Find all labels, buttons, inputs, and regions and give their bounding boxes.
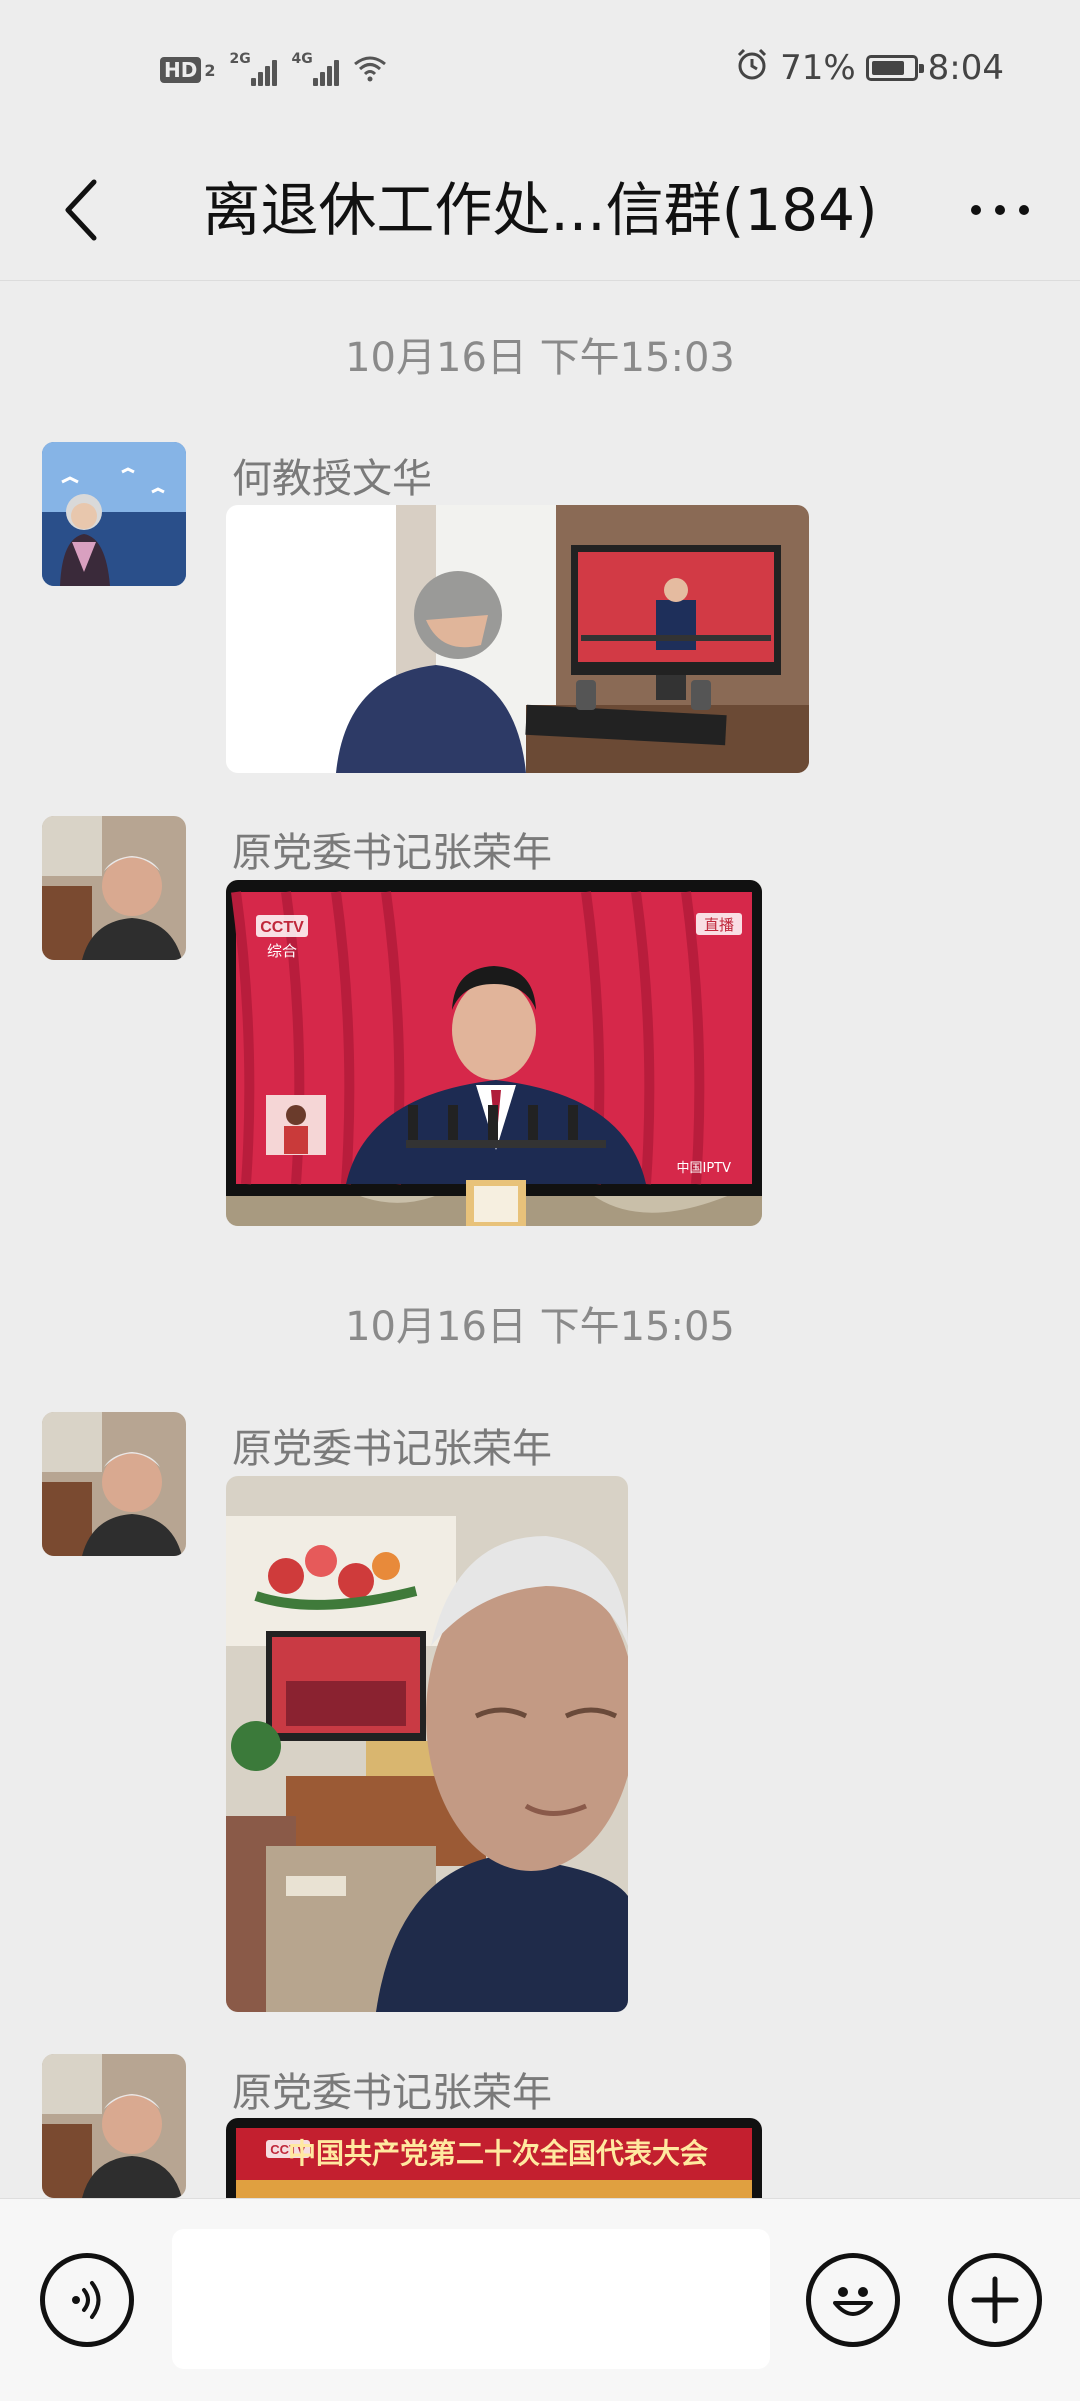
timestamp: 10月16日 下午15:05 (345, 1304, 735, 1350)
plus-icon (971, 2276, 1019, 2324)
iptv-watermark: 中国IPTV (676, 1161, 731, 1176)
hd-label: HD (160, 57, 202, 83)
avatar[interactable] (42, 816, 186, 960)
clock: 8:04 (927, 48, 1004, 88)
emoji-icon (833, 2287, 873, 2316)
avatar[interactable] (42, 2054, 186, 2198)
status-right: 71% 8:04 (734, 46, 1004, 90)
sender-name: 原党委书记张荣年 (232, 1426, 552, 1472)
sender-name: 何教授文华 (232, 456, 432, 502)
more-button[interactable] (950, 170, 1050, 250)
wifi-icon (353, 54, 387, 86)
avatar[interactable] (42, 1412, 186, 1556)
back-button[interactable] (40, 170, 120, 250)
sender-name: 原党委书记张荣年 (232, 830, 552, 876)
emoji-button[interactable] (806, 2253, 900, 2347)
voice-icon (72, 2281, 101, 2319)
chat-header: 离退休工作处...信群(184) (0, 140, 1080, 281)
signal-icon: 4G (291, 51, 340, 86)
hd-sub-label: 2 (204, 60, 216, 80)
status-bar: HD 2 2G 4G 71% 8:04 (0, 0, 1080, 140)
live-label: 直播 (704, 916, 734, 934)
more-functions-button[interactable] (948, 2253, 1042, 2347)
alarm-icon (734, 46, 770, 91)
hd-icon: HD 2 (160, 57, 215, 83)
more-icon (971, 205, 981, 215)
image-message[interactable]: CCTV 综合 直播 中国IPTV (226, 880, 762, 1226)
voice-button[interactable] (40, 2253, 134, 2347)
channel-label: 综合 (267, 942, 297, 960)
avatar[interactable] (42, 442, 186, 586)
image-message[interactable] (226, 1476, 628, 2012)
back-arrow-icon (65, 179, 97, 241)
sim1-label: 2G (229, 51, 251, 67)
sim2-label: 4G (291, 51, 313, 67)
status-left: HD 2 2G 4G (160, 50, 387, 90)
input-bar (0, 2198, 1080, 2401)
signal-icon: 2G (229, 51, 278, 86)
image-message[interactable]: CCTV 中国共产党第二十次全国代表大会 (226, 2118, 762, 2198)
chat-title: 离退休工作处...信群(184) (202, 176, 878, 244)
cctv-logo: CCTV (260, 919, 304, 936)
timestamp: 10月16日 下午15:03 (345, 335, 735, 381)
congress-banner: 中国共产党第二十次全国代表大会 (288, 2137, 708, 2170)
sender-name: 原党委书记张荣年 (232, 2070, 552, 2116)
message-input[interactable] (172, 2229, 770, 2369)
battery-charging-icon (865, 55, 924, 81)
battery-percent: 71% (780, 48, 856, 88)
image-message[interactable] (226, 505, 809, 773)
